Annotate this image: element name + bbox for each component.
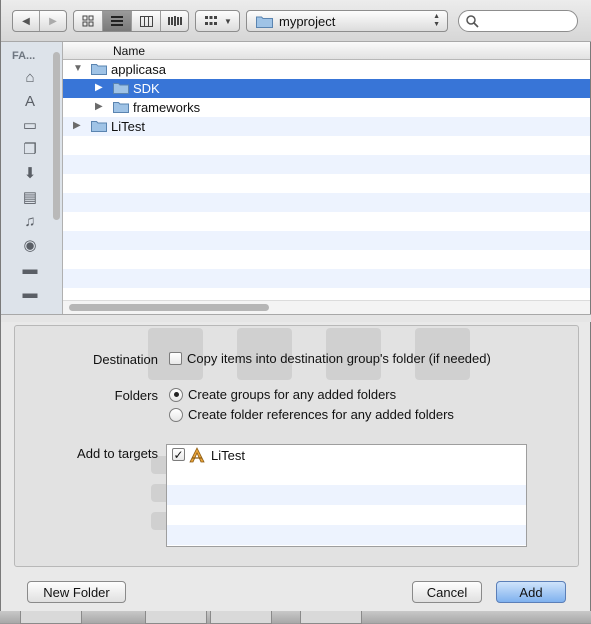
copy-items-checkbox[interactable] (169, 352, 182, 365)
target-checkbox[interactable]: ✓ (172, 448, 185, 461)
column-header-name[interactable]: Name (63, 42, 590, 60)
applications-icon[interactable]: A (21, 92, 39, 110)
arrange-grid-icon (205, 16, 217, 25)
toolbar: ◀ ▶ ▼ myproject ▲ ▼ (1, 0, 591, 42)
downloads-icon[interactable]: ⬇ (21, 164, 39, 182)
home-icon[interactable]: ⌂ (21, 68, 39, 86)
folder-icon (256, 16, 273, 28)
column-view-button[interactable] (132, 11, 161, 31)
folder-icon (113, 83, 129, 94)
location-label: myproject (279, 13, 336, 29)
file-list: Name ▼ applicasa ▶ SDK ▶ frameworks ▶ LiTest (63, 42, 590, 314)
file-name: SDK (133, 81, 160, 96)
file-row-empty (63, 250, 590, 269)
updown-chevron-icon: ▲ ▼ (433, 13, 440, 28)
file-name: frameworks (133, 100, 201, 115)
underlying-tab (300, 611, 362, 624)
copy-items-option[interactable]: Copy items into destination group's fold… (169, 351, 491, 366)
folder-icon (91, 64, 107, 75)
folder-icon[interactable]: ▬ (21, 284, 39, 302)
create-groups-label: Create groups for any added folders (188, 387, 397, 402)
file-name: applicasa (111, 62, 166, 77)
file-row-empty (63, 269, 590, 288)
folder-icon[interactable]: ▬ (21, 260, 39, 278)
create-references-radio[interactable] (169, 407, 183, 422)
destination-label: Destination (92, 352, 158, 367)
add-button[interactable]: Add (496, 581, 566, 603)
folders-label: Folders (114, 388, 158, 403)
column-view-icon (139, 15, 153, 27)
forward-button[interactable]: ▶ (40, 11, 66, 31)
file-row[interactable]: ▶ frameworks (63, 98, 590, 117)
file-row-empty (63, 136, 590, 155)
copy-items-label: Copy items into destination group's fold… (187, 351, 491, 366)
targets-label: Add to targets (77, 446, 158, 461)
back-arrow-icon: ◀ (22, 15, 30, 27)
coverflow-view-button[interactable] (161, 11, 188, 31)
target-row-empty (167, 465, 526, 485)
create-groups-radio[interactable] (169, 387, 183, 402)
disclosure-closed-icon[interactable]: ▶ (95, 101, 103, 112)
underlying-tab (145, 611, 207, 624)
sidebar-header: FA... (12, 50, 36, 62)
list-view-button[interactable] (103, 11, 132, 31)
options-panel: Destination Copy items into destination … (14, 325, 579, 567)
panel-divider (1, 314, 591, 322)
sidebar: FA... ⌂ A ▭ ❐ ⬇ ▤ ♫ ◉ ▬ ▬ (1, 42, 63, 314)
folder-icon (91, 121, 107, 132)
disclosure-closed-icon[interactable]: ▶ (95, 82, 103, 93)
icon-view-button[interactable] (74, 11, 103, 31)
pictures-icon[interactable]: ◉ (21, 236, 39, 254)
search-icon (466, 15, 479, 28)
new-folder-button[interactable]: New Folder (27, 581, 126, 603)
target-row-empty (167, 525, 526, 545)
column-header-label: Name (113, 44, 146, 58)
create-references-label: Create folder references for any added f… (188, 407, 454, 422)
file-row[interactable]: ▼ applicasa (63, 60, 590, 79)
create-groups-option[interactable]: Create groups for any added folders (169, 387, 396, 402)
file-row[interactable]: ▶ SDK (63, 79, 590, 98)
music-icon[interactable]: ♫ (21, 212, 39, 230)
underlying-window-edge (0, 611, 591, 624)
cancel-button[interactable]: Cancel (412, 581, 482, 603)
documents-icon[interactable]: ❐ (21, 140, 39, 158)
icon-view-icon (82, 15, 94, 27)
underlying-tab (210, 611, 272, 624)
back-button[interactable]: ◀ (13, 11, 40, 31)
target-row[interactable]: ✓ LiTest (167, 445, 526, 465)
create-references-option[interactable]: Create folder references for any added f… (169, 407, 454, 422)
file-name: LiTest (111, 119, 145, 134)
target-row-empty (167, 505, 526, 525)
add-files-dialog: ◀ ▶ ▼ myproject ▲ ▼ FA... ⌂ A ▭ ❐ ⬇ ▤ ♫ … (0, 0, 591, 611)
movies-icon[interactable]: ▤ (21, 188, 39, 206)
forward-arrow-icon: ▶ (49, 15, 57, 27)
target-name: LiTest (211, 448, 245, 463)
horizontal-scrollbar[interactable] (69, 304, 269, 311)
disclosure-closed-icon[interactable]: ▶ (73, 120, 81, 131)
underlying-tab (20, 611, 82, 624)
file-row-empty (63, 155, 590, 174)
sidebar-scrollbar[interactable] (53, 52, 60, 220)
file-row-empty (63, 231, 590, 250)
search-field[interactable] (458, 10, 578, 32)
desktop-icon[interactable]: ▭ (21, 116, 39, 134)
target-row-empty (167, 485, 526, 505)
horizontal-scroll-track (63, 300, 590, 314)
file-row-empty (63, 212, 590, 231)
list-view-icon (111, 16, 123, 26)
view-mode-buttons (73, 10, 189, 32)
location-popup[interactable]: myproject ▲ ▼ (246, 10, 448, 32)
folder-icon (113, 102, 129, 113)
chevron-down-icon: ▼ (224, 16, 232, 26)
targets-list: ✓ LiTest (166, 444, 527, 547)
file-row-empty (63, 174, 590, 193)
file-row-empty (63, 193, 590, 212)
file-row[interactable]: ▶ LiTest (63, 117, 590, 136)
nav-buttons: ◀ ▶ (12, 10, 67, 32)
coverflow-view-icon (167, 16, 182, 26)
disclosure-open-icon[interactable]: ▼ (73, 63, 83, 74)
arrange-popup[interactable]: ▼ (195, 10, 240, 32)
app-target-icon (189, 447, 205, 463)
